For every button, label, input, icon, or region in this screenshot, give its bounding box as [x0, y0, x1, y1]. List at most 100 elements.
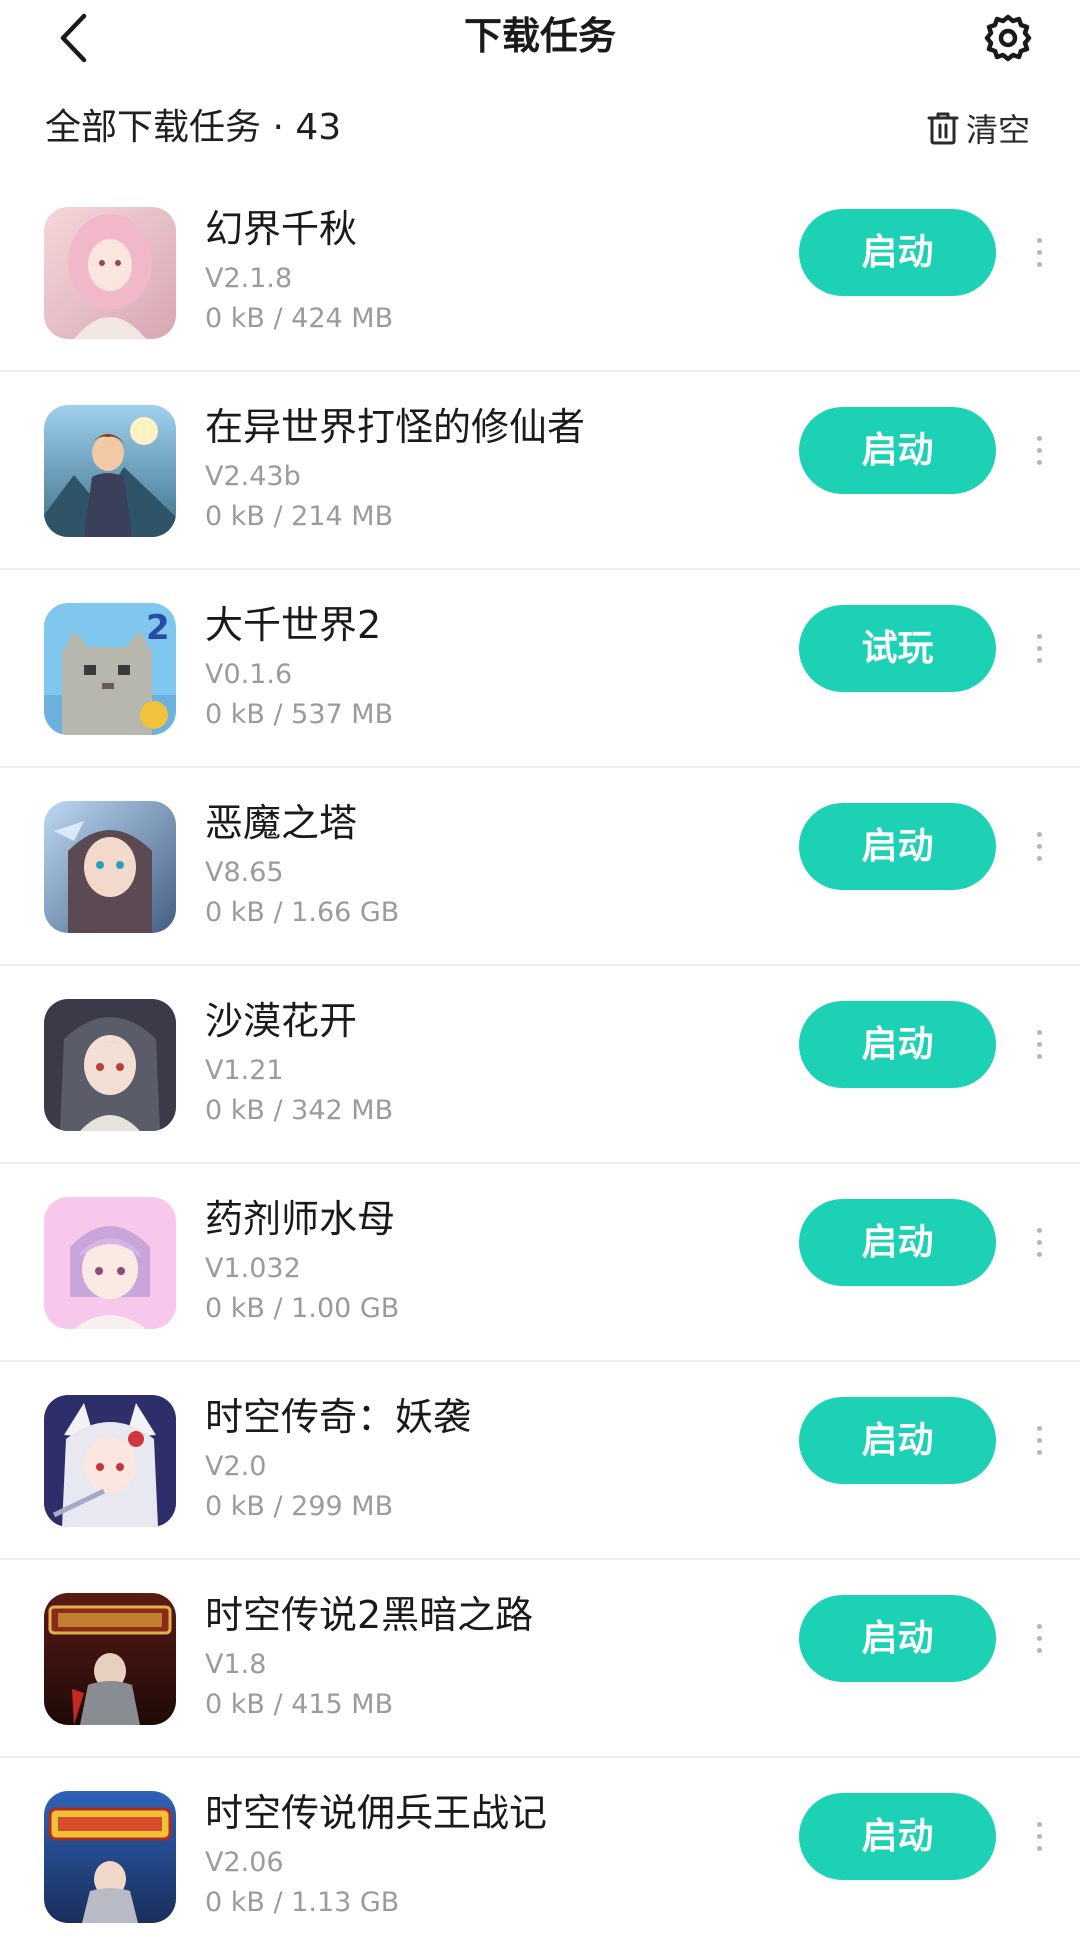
more-vertical-icon — [1036, 237, 1042, 243]
app-icon[interactable] — [44, 999, 176, 1131]
more-dot — [1036, 249, 1042, 255]
app-name: 大千世界2 — [205, 603, 382, 647]
app-version: V2.43b — [205, 461, 301, 492]
download-size: 0 kB / 342 MB — [205, 1095, 394, 1126]
dark-knight-icon — [44, 1593, 176, 1725]
app-name: 时空传说佣兵王战记 — [205, 1791, 548, 1835]
more-dot — [1036, 1041, 1042, 1047]
app-version: V2.0 — [205, 1451, 267, 1482]
app-name: 在异世界打怪的修仙者 — [205, 405, 586, 449]
more-vertical-icon — [1036, 1821, 1042, 1827]
app-version: V2.1.8 — [205, 263, 293, 294]
download-item[interactable]: 沙漠花开 V1.21 0 kB / 342 MB 启动 — [0, 966, 1080, 1164]
more-options-button[interactable] — [1024, 1412, 1054, 1468]
clear-button[interactable]: 清空 — [926, 100, 1030, 156]
launch-button[interactable]: 启动 — [799, 1199, 996, 1286]
demon-tower-icon — [44, 801, 176, 933]
more-options-button[interactable] — [1024, 818, 1054, 874]
subheader: 全部下载任务 · 43 清空 — [0, 96, 1080, 160]
settings-button[interactable] — [980, 10, 1036, 66]
download-list: 幻界千秋 V2.1.8 0 kB / 424 MB 启动 在异世界打怪的修仙者 … — [0, 174, 1080, 1956]
more-options-button[interactable] — [1024, 1610, 1054, 1666]
gear-icon — [984, 14, 1032, 62]
trash-icon — [927, 112, 959, 145]
app-name: 幻界千秋 — [205, 207, 358, 251]
more-dot — [1036, 1437, 1042, 1443]
download-size: 0 kB / 415 MB — [205, 1689, 394, 1720]
app-icon[interactable] — [44, 1197, 176, 1329]
jellyfish-girl-icon — [44, 1197, 176, 1329]
download-size: 0 kB / 537 MB — [205, 699, 394, 730]
app-version: V1.8 — [205, 1649, 267, 1680]
app-name: 时空传奇：妖袭 — [205, 1395, 472, 1439]
more-vertical-icon — [1036, 831, 1042, 837]
fantasy-girl-icon — [44, 207, 176, 339]
download-item[interactable]: 时空传奇：妖袭 V2.0 0 kB / 299 MB 启动 — [0, 1362, 1080, 1560]
launch-button[interactable]: 启动 — [799, 1397, 996, 1484]
nun-girl-icon — [44, 999, 176, 1131]
app-name: 时空传说2黑暗之路 — [205, 1593, 534, 1637]
download-size: 0 kB / 424 MB — [205, 303, 394, 334]
more-dot — [1036, 1647, 1042, 1653]
try-play-button[interactable]: 试玩 — [799, 605, 996, 692]
app-name: 沙漠花开 — [205, 999, 358, 1043]
download-size: 0 kB / 299 MB — [205, 1491, 394, 1522]
mercenary-king-icon — [44, 1791, 176, 1923]
more-dot — [1036, 261, 1042, 267]
more-vertical-icon — [1036, 1425, 1042, 1431]
download-item[interactable]: 2 大千世界2 V0.1.6 0 kB / 537 MB 试玩 — [0, 570, 1080, 768]
app-name: 药剂师水母 — [205, 1197, 396, 1241]
download-item[interactable]: 时空传说2黑暗之路 V1.8 0 kB / 415 MB 启动 — [0, 1560, 1080, 1758]
launch-button[interactable]: 启动 — [799, 1001, 996, 1088]
download-size: 0 kB / 1.13 GB — [205, 1887, 400, 1918]
pixel-cat-icon: 2 — [44, 603, 176, 735]
app-icon[interactable] — [44, 801, 176, 933]
fox-girl-icon — [44, 1395, 176, 1527]
more-vertical-icon — [1036, 435, 1042, 441]
more-dot — [1036, 1833, 1042, 1839]
more-vertical-icon — [1036, 1029, 1042, 1035]
app-icon[interactable]: 2 — [44, 603, 176, 735]
download-item[interactable]: 药剂师水母 V1.032 0 kB / 1.00 GB 启动 — [0, 1164, 1080, 1362]
more-options-button[interactable] — [1024, 1016, 1054, 1072]
download-size: 0 kB / 1.00 GB — [205, 1293, 400, 1324]
more-options-button[interactable] — [1024, 1214, 1054, 1270]
more-dot — [1036, 1635, 1042, 1641]
launch-button[interactable]: 启动 — [799, 1595, 996, 1682]
more-dot — [1036, 843, 1042, 849]
more-vertical-icon — [1036, 1623, 1042, 1629]
app-version: V1.21 — [205, 1055, 284, 1086]
launch-button[interactable]: 启动 — [799, 1793, 996, 1880]
launch-button[interactable]: 启动 — [799, 407, 996, 494]
cultivator-hero-icon — [44, 405, 176, 537]
download-item[interactable]: 在异世界打怪的修仙者 V2.43b 0 kB / 214 MB 启动 — [0, 372, 1080, 570]
more-dot — [1036, 1449, 1042, 1455]
more-dot — [1036, 1251, 1042, 1257]
download-item[interactable]: 恶魔之塔 V8.65 0 kB / 1.66 GB 启动 — [0, 768, 1080, 966]
more-options-button[interactable] — [1024, 422, 1054, 478]
top-bar: 下载任务 — [0, 0, 1080, 74]
download-item[interactable]: 时空传说佣兵王战记 V2.06 0 kB / 1.13 GB 启动 — [0, 1758, 1080, 1956]
more-dot — [1036, 1053, 1042, 1059]
more-dot — [1036, 447, 1042, 453]
app-icon[interactable] — [44, 1593, 176, 1725]
download-size: 0 kB / 1.66 GB — [205, 897, 400, 928]
more-dot — [1036, 645, 1042, 651]
app-icon[interactable] — [44, 1791, 176, 1923]
total-downloads-label: 全部下载任务 · 43 — [45, 107, 342, 148]
more-options-button[interactable] — [1024, 224, 1054, 280]
app-icon[interactable] — [44, 1395, 176, 1527]
app-icon[interactable] — [44, 405, 176, 537]
more-dot — [1036, 1239, 1042, 1245]
more-options-button[interactable] — [1024, 620, 1054, 676]
app-icon[interactable] — [44, 207, 176, 339]
launch-button[interactable]: 启动 — [799, 209, 996, 296]
launch-button[interactable]: 启动 — [799, 803, 996, 890]
more-vertical-icon — [1036, 1227, 1042, 1233]
more-dot — [1036, 855, 1042, 861]
more-dot — [1036, 1845, 1042, 1851]
more-options-button[interactable] — [1024, 1808, 1054, 1864]
download-size: 0 kB / 214 MB — [205, 501, 394, 532]
app-version: V1.032 — [205, 1253, 301, 1284]
download-item[interactable]: 幻界千秋 V2.1.8 0 kB / 424 MB 启动 — [0, 174, 1080, 372]
